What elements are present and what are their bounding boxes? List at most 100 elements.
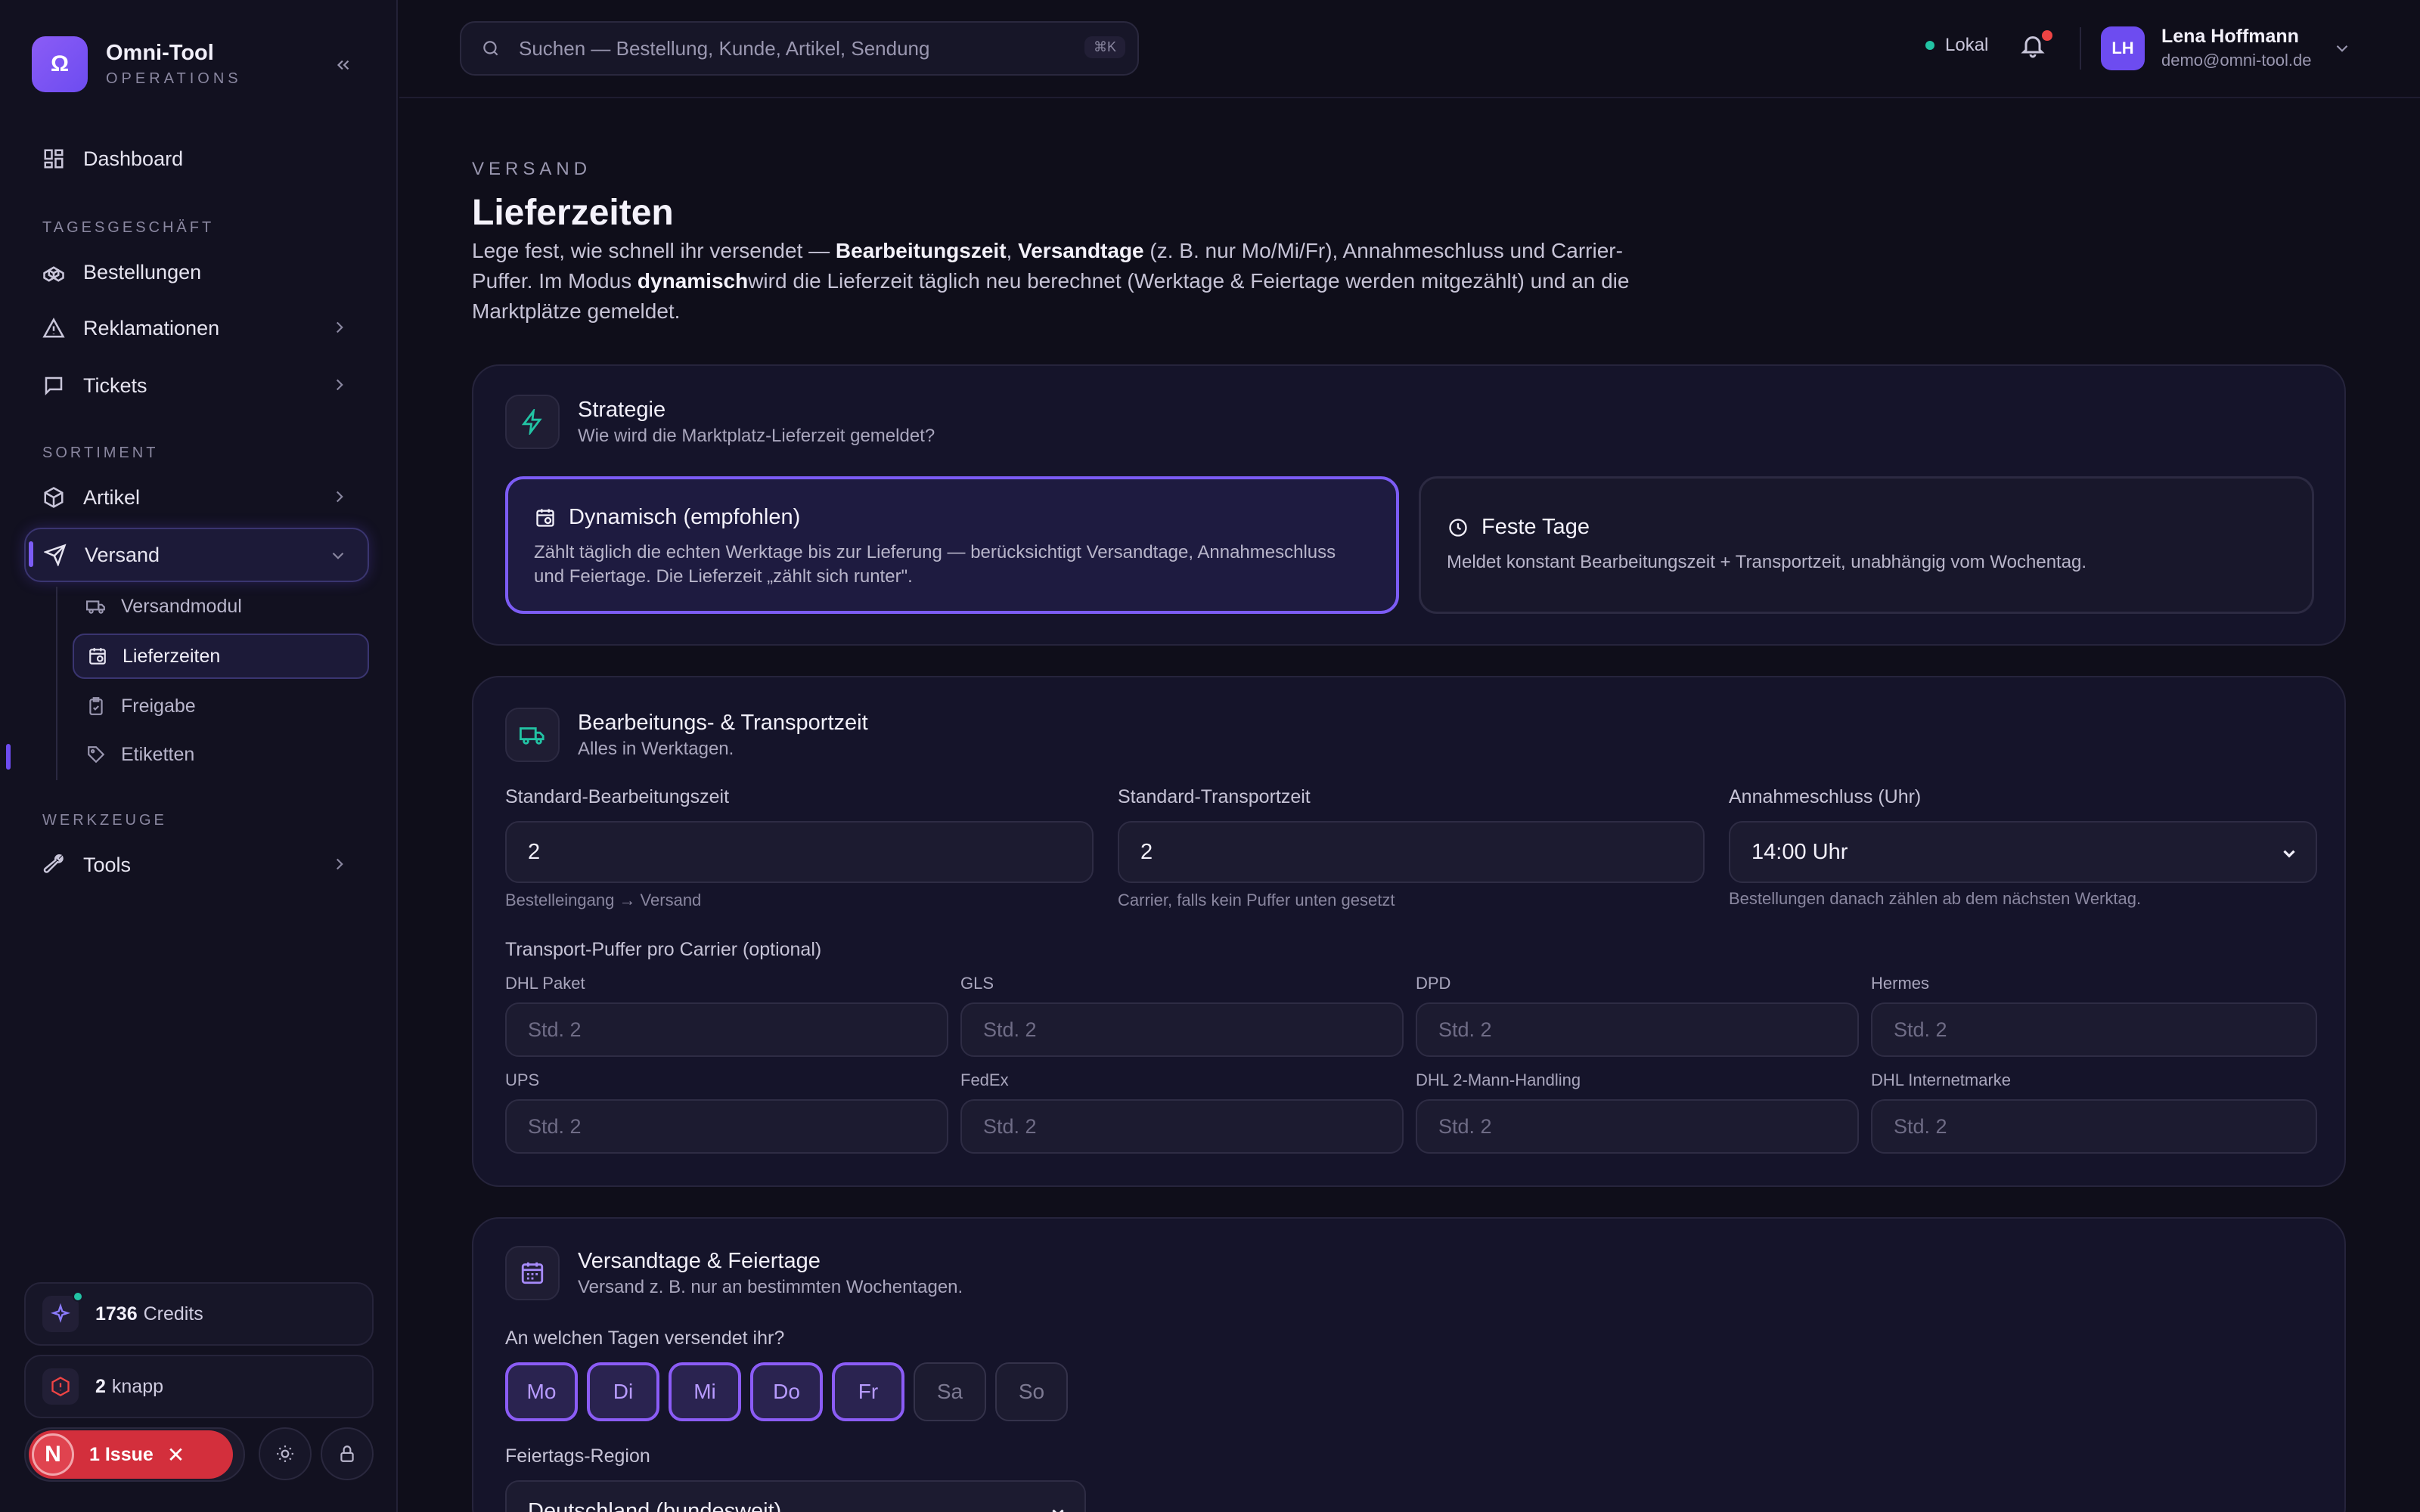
sidebar-subitem-label: Freigabe bbox=[121, 695, 196, 717]
carrier-label: FedEx bbox=[960, 1070, 1009, 1089]
sidebar-item-label: Bestellungen bbox=[83, 260, 202, 284]
sidebar-item-dashboard[interactable]: Dashboard bbox=[24, 132, 369, 186]
carrier-buffer-input[interactable]: Std. 2 bbox=[960, 1099, 1404, 1154]
stock-warning-card[interactable]: 2 knapp bbox=[24, 1355, 374, 1418]
avatar: LH bbox=[2101, 26, 2145, 70]
sidebar-subitem-lieferzeiten[interactable]: Lieferzeiten bbox=[73, 634, 369, 679]
wrench-icon bbox=[41, 852, 67, 878]
issue-avatar: N bbox=[32, 1433, 74, 1476]
carrier-buffer-input[interactable]: Std. 2 bbox=[1416, 1002, 1859, 1057]
sidebar: Ω Omni-Tool OPERATIONS Dashboard TAGESGE… bbox=[0, 0, 398, 1512]
shipping-days-question: An welchen Tagen versendet ihr? bbox=[505, 1328, 785, 1349]
issue-container: N 1 Issue ✕ bbox=[24, 1427, 245, 1482]
chevron-down-icon bbox=[1052, 1509, 1064, 1512]
issue-badge[interactable]: N 1 Issue ✕ bbox=[29, 1430, 233, 1479]
collapse-sidebar-icon[interactable] bbox=[330, 51, 357, 79]
truck-icon bbox=[85, 595, 107, 618]
processing-panel: Bearbeitungs- & Transportzeit Alles in W… bbox=[472, 676, 2346, 1187]
section-label-tagesgeschaeft: TAGESGESCHÄFT bbox=[42, 219, 215, 236]
lock-icon bbox=[340, 1445, 354, 1462]
scroll-marker bbox=[6, 744, 11, 770]
sidebar-item-bestellungen[interactable]: Bestellungen bbox=[24, 245, 369, 299]
weekday-toggle-di[interactable]: Di bbox=[587, 1362, 659, 1421]
boxes-icon bbox=[41, 259, 67, 285]
brand[interactable]: Ω Omni-Tool OPERATIONS bbox=[32, 36, 242, 92]
holiday-region-select[interactable]: Deutschland (bundesweit) bbox=[505, 1480, 1086, 1512]
transportzeit-input[interactable]: 2 bbox=[1118, 821, 1705, 883]
close-icon[interactable]: ✕ bbox=[167, 1442, 185, 1467]
strategy-option-fixed[interactable]: Feste Tage Meldet konstant Bearbeitungsz… bbox=[1419, 476, 2314, 614]
page-title: Lieferzeiten bbox=[472, 193, 674, 233]
section-label-sortiment: SORTIMENT bbox=[42, 445, 159, 461]
carrier-buffer-input[interactable]: Std. 2 bbox=[1416, 1099, 1859, 1154]
chevron-down-icon bbox=[332, 552, 344, 559]
notifications-bell-icon[interactable] bbox=[2019, 30, 2052, 65]
option-title: Feste Tage bbox=[1481, 515, 1590, 539]
calendar-clock-icon bbox=[86, 645, 109, 668]
breadcrumb: VERSAND bbox=[472, 159, 592, 179]
weekday-toggle-so[interactable]: So bbox=[995, 1362, 1068, 1421]
sidebar-item-artikel[interactable]: Artikel bbox=[24, 470, 369, 525]
sidebar-subitem-etiketten[interactable]: Etiketten bbox=[73, 732, 369, 777]
weekday-toggle-mo[interactable]: Mo bbox=[505, 1362, 578, 1421]
carrier-label: Hermes bbox=[1871, 974, 1930, 993]
box-alert-icon bbox=[42, 1368, 79, 1405]
carrier-buffer-input[interactable]: Std. 2 bbox=[960, 1002, 1404, 1057]
search-input[interactable]: Suchen — Bestellung, Kunde, Artikel, Sen… bbox=[460, 21, 1139, 76]
weekday-toggle-sa[interactable]: Sa bbox=[914, 1362, 986, 1421]
panel-title: Bearbeitungs- & Transportzeit bbox=[578, 710, 868, 735]
user-menu[interactable]: LH Lena Hoffmann demo@omni-tool.de bbox=[2101, 26, 2352, 70]
weekday-toggle-fr[interactable]: Fr bbox=[832, 1362, 904, 1421]
transportzeit-hint: Carrier, falls kein Puffer unten gesetzt bbox=[1118, 891, 1395, 909]
weekday-toggle-do[interactable]: Do bbox=[750, 1362, 823, 1421]
panel-title: Strategie bbox=[578, 397, 666, 422]
sidebar-item-label: Dashboard bbox=[83, 147, 184, 170]
message-icon bbox=[41, 373, 67, 398]
weekday-toggle-group: Mo Di Mi Do Fr Sa So bbox=[505, 1362, 1110, 1423]
sidebar-subitem-label: Versandmodul bbox=[121, 595, 242, 617]
carrier-label: GLS bbox=[960, 974, 994, 993]
chevron-right-icon bbox=[336, 858, 343, 870]
carrier-label: DPD bbox=[1416, 974, 1451, 993]
option-description: Meldet konstant Bearbeitungszeit + Trans… bbox=[1447, 552, 2087, 572]
transportzeit-label: Standard-Transportzeit bbox=[1118, 786, 1311, 807]
weekday-toggle-mi[interactable]: Mi bbox=[669, 1362, 741, 1421]
strategy-panel: Strategie Wie wird die Marktplatz-Liefer… bbox=[472, 364, 2346, 646]
sidebar-subitem-freigabe[interactable]: Freigabe bbox=[73, 683, 369, 729]
credits-value: 1736 bbox=[95, 1303, 138, 1325]
lightning-icon bbox=[505, 395, 560, 449]
bearbeitungszeit-label: Standard-Bearbeitungszeit bbox=[505, 786, 730, 807]
strategy-option-dynamic[interactable]: Dynamisch (empfohlen) Zählt täglich die … bbox=[505, 476, 1399, 614]
carrier-label: UPS bbox=[505, 1070, 540, 1089]
divider bbox=[2080, 27, 2081, 70]
sparkle-icon bbox=[42, 1291, 83, 1332]
bearbeitungszeit-input[interactable]: 2 bbox=[505, 821, 1094, 883]
carrier-buffer-input[interactable]: Std. 2 bbox=[1871, 1099, 2317, 1154]
sidebar-item-label: Tickets bbox=[83, 373, 147, 397]
calendar-clock-icon bbox=[534, 507, 557, 529]
credits-card[interactable]: 1736 Credits bbox=[24, 1282, 374, 1346]
carrier-buffer-input[interactable]: Std. 2 bbox=[505, 1099, 948, 1154]
theme-toggle-button[interactable] bbox=[259, 1427, 312, 1480]
shipping-days-panel: Versandtage & Feiertage Versand z. B. nu… bbox=[472, 1217, 2346, 1512]
sidebar-item-reklamationen[interactable]: Reklamationen bbox=[24, 301, 369, 355]
sidebar-subitem-label: Lieferzeiten bbox=[123, 645, 221, 667]
active-indicator bbox=[29, 541, 33, 567]
sidebar-subitem-versandmodul[interactable]: Versandmodul bbox=[73, 584, 369, 629]
sidebar-item-versand[interactable]: Versand bbox=[24, 528, 369, 582]
carrier-buffer-input[interactable]: Std. 2 bbox=[505, 1002, 948, 1057]
sidebar-footer: N 1 Issue ✕ bbox=[24, 1427, 374, 1482]
chevron-down-icon bbox=[2337, 45, 2348, 52]
carrier-buffer-input[interactable]: Std. 2 bbox=[1871, 1002, 2317, 1057]
search-placeholder: Suchen — Bestellung, Kunde, Artikel, Sen… bbox=[519, 36, 930, 60]
dashboard-icon bbox=[41, 146, 67, 172]
option-description: Zählt täglich die echten Werktage bis zu… bbox=[534, 542, 1336, 587]
chevron-right-icon bbox=[336, 491, 343, 503]
lock-button[interactable] bbox=[321, 1427, 374, 1480]
sidebar-item-tickets[interactable]: Tickets bbox=[24, 358, 369, 413]
carrier-puffer-label: Transport-Puffer pro Carrier (optional) bbox=[505, 939, 822, 960]
holiday-region-label: Feiertags-Region bbox=[505, 1445, 650, 1467]
package-icon bbox=[41, 485, 67, 510]
annahmeschluss-select[interactable]: 14:00 Uhr bbox=[1729, 821, 2317, 883]
sidebar-item-tools[interactable]: Tools bbox=[24, 838, 369, 892]
